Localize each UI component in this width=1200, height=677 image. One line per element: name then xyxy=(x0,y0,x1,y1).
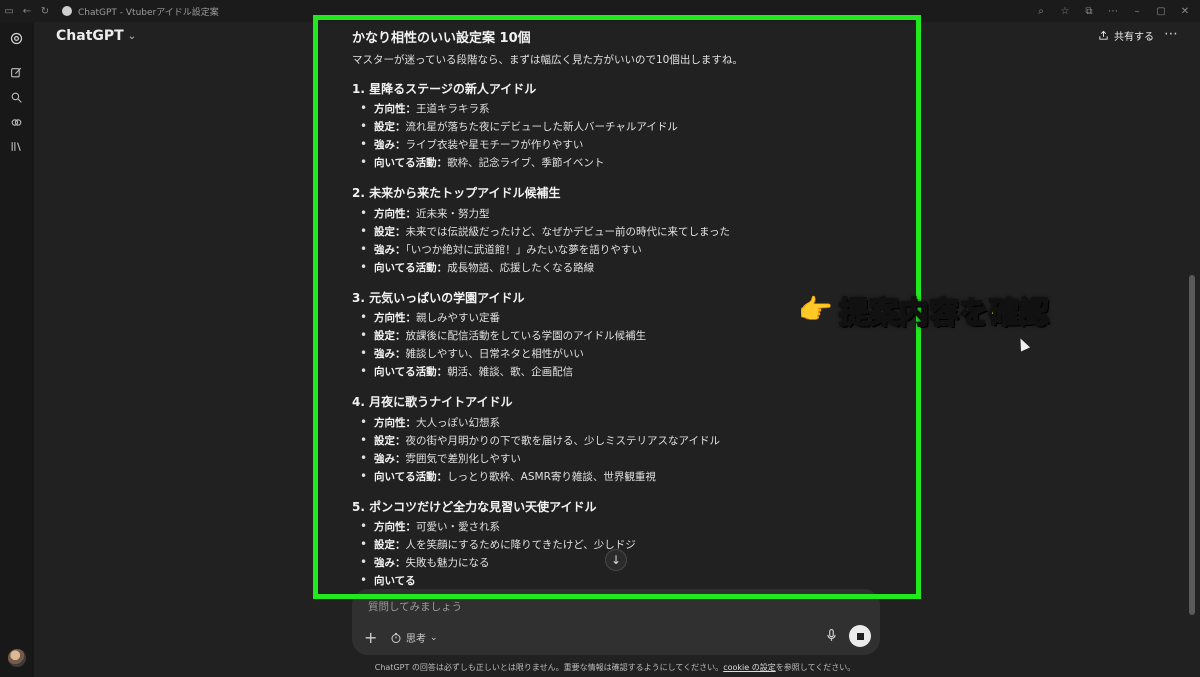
message-composer: 質問してみましょう + 思考 ⌄ xyxy=(352,589,880,655)
list-item: • 設定：放課後に配信活動をしている学園のアイドル候補生 xyxy=(360,328,647,342)
sidebar-toggle-icon[interactable]: ▭ xyxy=(0,0,18,22)
sidebar-rail xyxy=(0,22,34,677)
message-input[interactable]: 質問してみましょう xyxy=(368,599,462,614)
microphone-icon[interactable] xyxy=(826,629,837,645)
share-button[interactable]: 共有する xyxy=(1098,28,1154,43)
list-item: • 設定：未来では伝説級だったけど、なぜかデビュー前の時代に来てしまった xyxy=(360,224,731,238)
app-name: ChatGPT xyxy=(56,28,124,44)
list-item: • 設定：夜の街や月明かりの下で歌を届ける、少しミステリアスなアイドル xyxy=(360,433,720,447)
list-item: • 方向性：親しみやすい定番 xyxy=(360,310,500,324)
timer-icon xyxy=(391,632,401,643)
add-attachment-icon[interactable]: + xyxy=(364,628,377,647)
response-intro: マスターが迷っている段階なら、まずは幅広く見た方がいいので10個出しますね。 xyxy=(352,54,743,66)
section-title: 1. 星降るステージの新人アイドル xyxy=(352,82,537,96)
list-item: • 方向性：大人っぽい幻想系 xyxy=(360,415,500,429)
reload-icon[interactable]: ↻ xyxy=(36,0,54,22)
star-icon[interactable]: ☆ xyxy=(1058,6,1072,17)
list-item: • 向いてる活動：朝活、雑談、歌、企画配信 xyxy=(360,364,574,378)
chevron-down-icon: ⌄ xyxy=(127,30,137,42)
new-chat-icon[interactable] xyxy=(8,64,25,81)
window-controls: ⌕ ☆ ⧉ ⋯ – ▢ ✕ xyxy=(1034,0,1192,22)
model-selector[interactable]: ChatGPT ⌄ xyxy=(56,28,136,44)
more-options-icon[interactable]: ⋯ xyxy=(1164,26,1179,42)
tab-title: ChatGPT - Vtuberアイドル設定案 xyxy=(78,7,219,18)
search-icon[interactable] xyxy=(8,89,25,106)
minimize-icon[interactable]: – xyxy=(1130,6,1144,17)
share-icon xyxy=(1099,30,1108,40)
mode-label: 思考 xyxy=(406,634,426,645)
list-item: • 設定：流れ星が落ちた夜にデビューした新人バーチャルアイドル xyxy=(360,119,678,133)
list-item: • 強み：雰囲気で差別化しやすい xyxy=(360,451,521,465)
chatgpt-favicon-icon xyxy=(62,6,72,16)
scroll-to-bottom-button[interactable]: ↓ xyxy=(605,549,627,571)
images-icon[interactable] xyxy=(8,114,25,131)
mouse-cursor-icon xyxy=(1015,336,1031,352)
openai-logo-icon[interactable] xyxy=(8,30,25,47)
list-item: • 方向性：可愛い・愛され系 xyxy=(360,519,500,533)
stop-icon xyxy=(856,632,864,640)
pointing-hand-icon: 👉 xyxy=(798,293,833,326)
zoom-icon[interactable]: ⌕ xyxy=(1034,6,1048,17)
list-item: • 方向性：王道キラキラ系 xyxy=(360,101,490,115)
thinking-mode-button[interactable]: 思考 ⌄ xyxy=(390,630,438,645)
section-title: 3. 元気いっぱいの学園アイドル xyxy=(352,291,525,305)
section-title: 5. ポンコツだけど全力な見習い天使アイドル xyxy=(352,500,597,514)
arrow-down-icon: ↓ xyxy=(610,553,622,567)
list-item: • 設定：人を笑顔にするために降りてきたけど、少しドジ xyxy=(360,537,636,551)
section-title: 2. 未来から来たトップアイドル候補生 xyxy=(352,186,561,200)
maximize-icon[interactable]: ▢ xyxy=(1154,6,1168,17)
section-title: 4. 月夜に歌うナイトアイドル xyxy=(352,395,513,409)
response-heading: かなり相性のいい設定案 10個 xyxy=(352,31,531,46)
list-item: • 方向性：近未来・努力型 xyxy=(360,206,490,220)
scrollbar-thumb[interactable] xyxy=(1189,275,1195,615)
cookie-settings-link[interactable]: cookie の設定 xyxy=(723,663,776,672)
disclaimer: ChatGPT の回答は必ずしも正しいとは限りません。重要な情報は確認するように… xyxy=(374,663,856,672)
chevron-down-icon: ⌄ xyxy=(430,632,438,643)
close-icon[interactable]: ✕ xyxy=(1178,6,1192,17)
list-item: • 強み：「いつか絶対に武道館！」みたいな夢を語りやすい xyxy=(360,242,642,256)
share-label: 共有する xyxy=(1114,32,1154,43)
annotation-text: 提案内容を確認 xyxy=(838,295,1050,332)
menu-dots-icon[interactable]: ⋯ xyxy=(1106,6,1120,17)
list-item: • 強み：ライブ衣装や星モチーフが作りやすい xyxy=(360,137,584,151)
list-item: • 向いてる xyxy=(360,573,416,587)
library-icon[interactable] xyxy=(8,138,25,155)
list-item: • 向いてる活動：しっとり歌枠、ASMR寄り雑談、世界観重視 xyxy=(360,469,656,483)
extensions-icon[interactable]: ⧉ xyxy=(1082,6,1096,17)
list-item: • 強み：失敗も魅力になる xyxy=(360,555,490,569)
stop-generation-button[interactable] xyxy=(849,625,871,647)
browser-titlebar: ▭ ← ↻ ChatGPT - Vtuberアイドル設定案 ⌕ ☆ ⧉ ⋯ – … xyxy=(0,0,1200,22)
annotation-callout: 👉 提案内容を確認 xyxy=(798,288,1050,332)
list-item: • 向いてる活動：成長物語、応援したくなる路線 xyxy=(360,260,595,274)
back-arrow-icon[interactable]: ← xyxy=(18,0,36,22)
list-item: • 向いてる活動：歌枠、記念ライブ、季節イベント xyxy=(360,155,605,169)
list-item: • 強み：雑談しやすい、日常ネタと相性がいい xyxy=(360,346,584,360)
